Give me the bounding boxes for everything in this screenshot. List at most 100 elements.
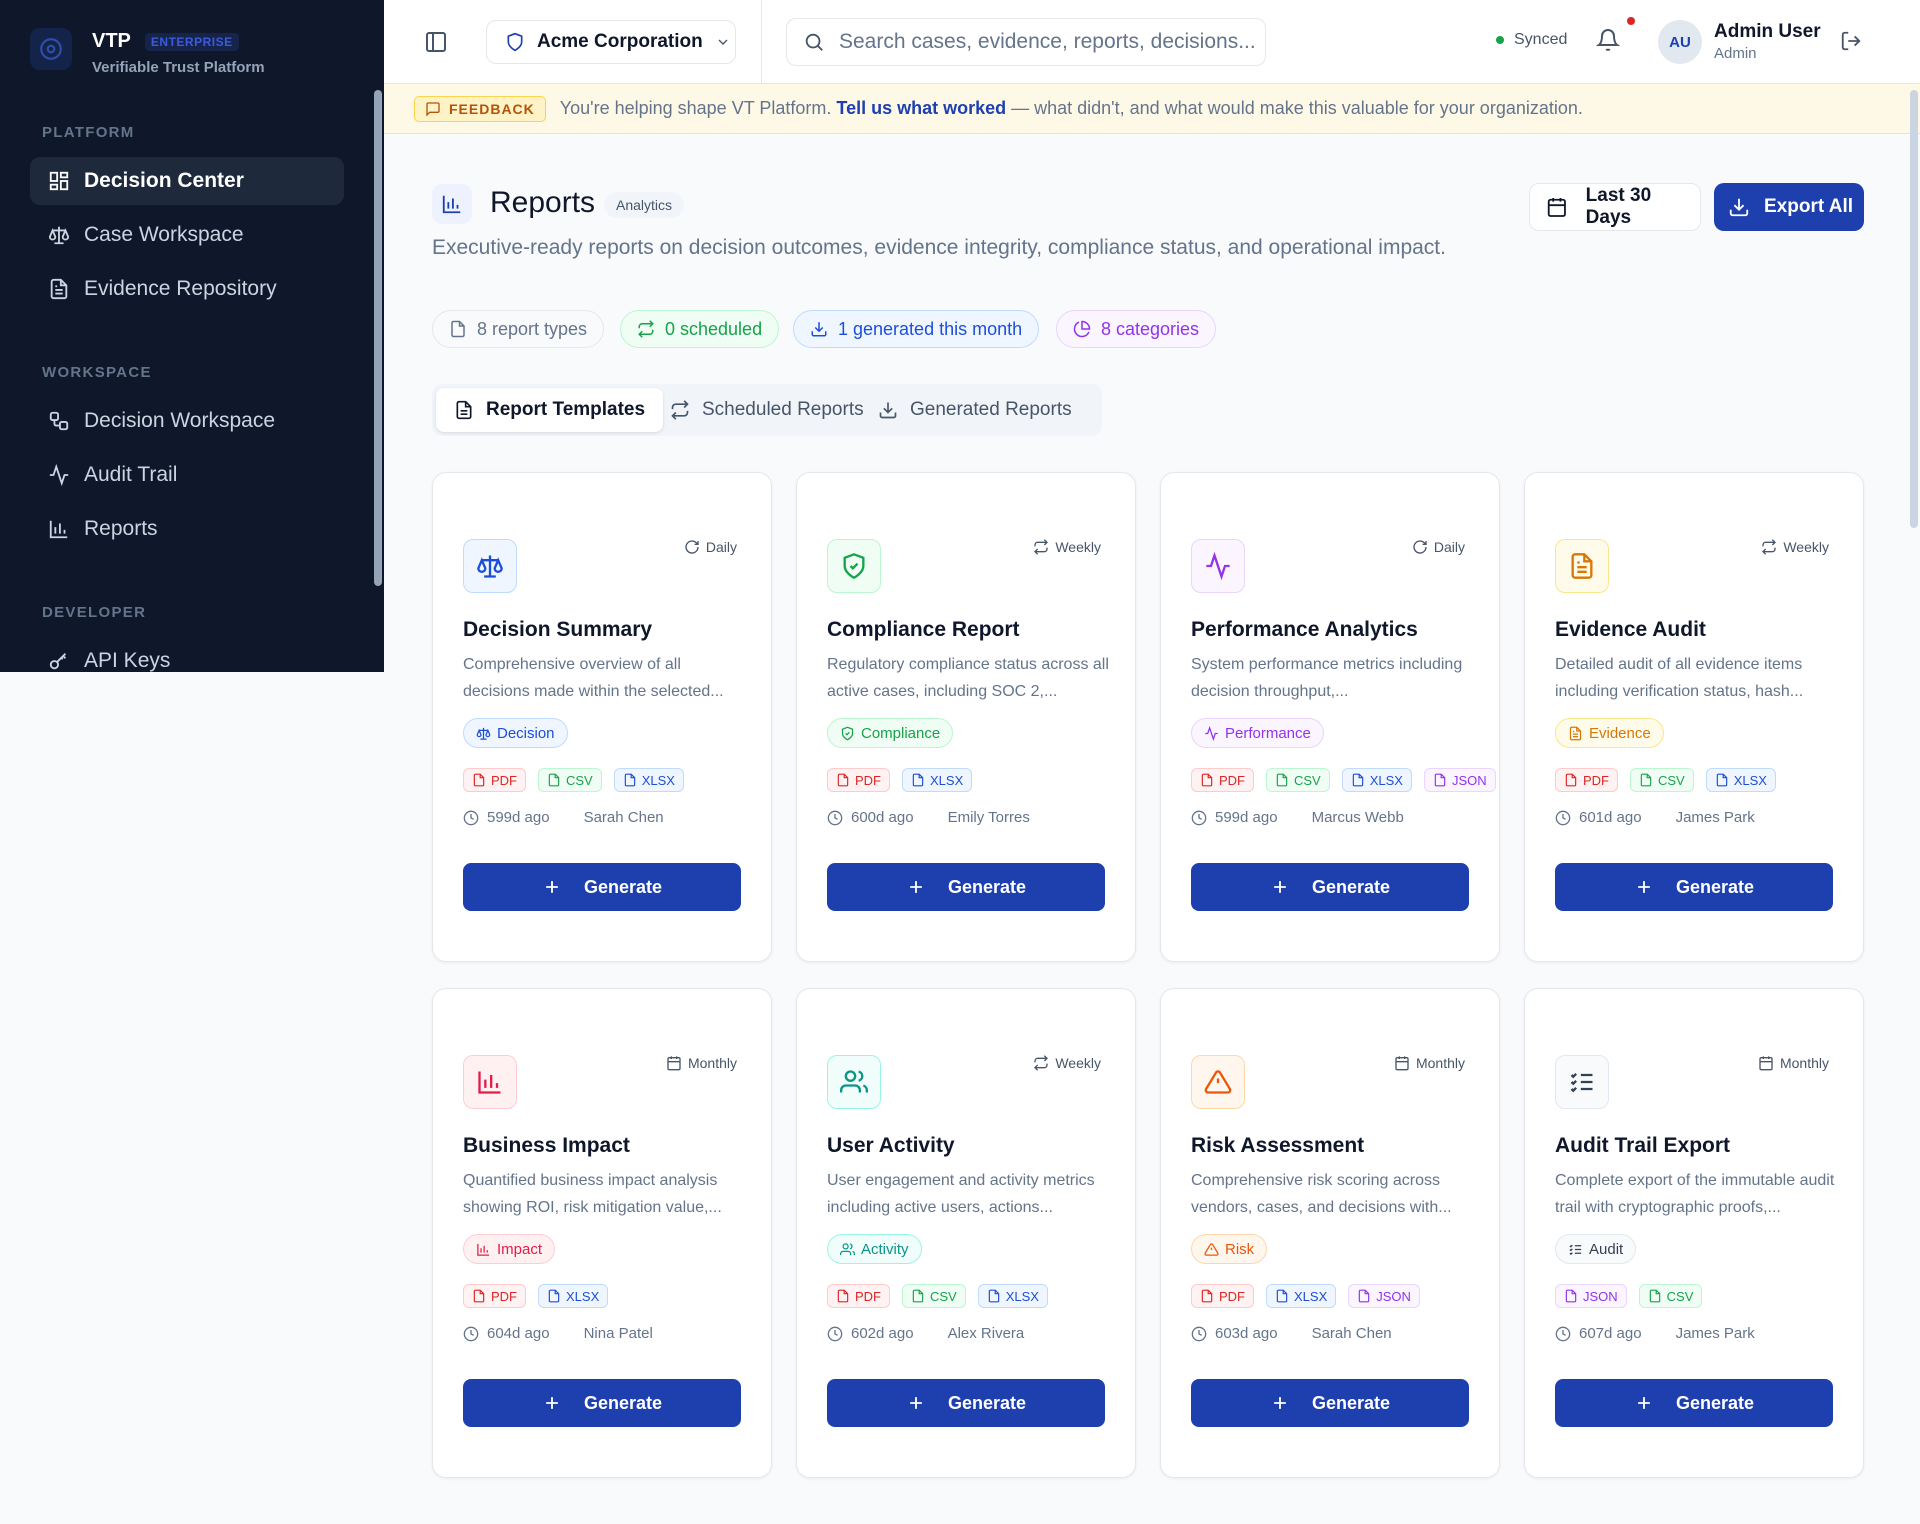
feedback-link[interactable]: Tell us what worked <box>836 98 1006 118</box>
format-badge-xlsx: XLSX <box>538 1284 609 1308</box>
frequency-badge: Weekly <box>1761 539 1829 555</box>
generate-button[interactable]: Generate <box>463 1379 741 1427</box>
shield-icon <box>507 32 523 52</box>
report-card-evidence-audit[interactable]: Weekly Evidence Audit Detailed audit of … <box>1524 472 1864 962</box>
file-icon <box>912 773 924 787</box>
format-label: XLSX <box>930 772 964 788</box>
avatar[interactable]: AU <box>1658 20 1702 64</box>
brand-subtitle: Verifiable Trust Platform <box>92 59 265 76</box>
file-icon <box>1434 773 1446 787</box>
bell-icon <box>1596 29 1620 51</box>
sidebar-item-audit-trail[interactable]: Audit Trail <box>30 451 344 499</box>
generate-label: Generate <box>583 876 663 897</box>
report-title: Decision Summary <box>463 618 653 641</box>
sidebar-item-decision-workspace[interactable]: Decision Workspace <box>30 397 344 445</box>
report-title: Compliance Report <box>827 618 1020 641</box>
generate-button[interactable]: Generate <box>827 1379 1105 1427</box>
last-generated: 599d ago <box>487 809 550 826</box>
org-selector[interactable]: Acme Corporation <box>486 20 736 64</box>
tab-report-templates[interactable]: Report Templates <box>436 388 664 432</box>
brand[interactable]: VTP ENTERPRISE Verifiable Trust Platform <box>30 28 265 76</box>
frequency-label: Weekly <box>1783 539 1829 555</box>
page-description: Executive-ready reports on decision outc… <box>432 236 1446 259</box>
category-label: Evidence <box>1589 724 1651 742</box>
category-label: Activity <box>861 1240 909 1258</box>
page-title: Reports <box>490 186 596 219</box>
file-icon <box>1649 1289 1660 1303</box>
file-text-icon <box>1571 553 1593 579</box>
format-badge-csv: CSV <box>1266 768 1330 792</box>
scale-icon <box>476 727 491 740</box>
report-icon <box>463 539 517 593</box>
last-generated: 602d ago <box>851 1325 914 1342</box>
page-scrollbar[interactable] <box>1910 90 1918 528</box>
category-badge: Compliance <box>827 718 954 748</box>
stat-label: 8 report types <box>477 318 588 339</box>
report-card-business-impact[interactable]: Monthly Business Impact Quantified busin… <box>432 988 772 1478</box>
last-generated: 607d ago <box>1579 1325 1642 1342</box>
sidebar-item-decision-center[interactable]: Decision Center <box>30 157 344 205</box>
user-role: Admin <box>1714 45 1757 62</box>
sidebar-scrollbar[interactable] <box>374 90 382 586</box>
logout-button[interactable] <box>1840 30 1862 52</box>
report-card-user-activity[interactable]: Weekly User Activity User engagement and… <box>796 988 1136 1478</box>
plus-icon <box>1638 881 1650 893</box>
file-icon <box>1276 1289 1288 1303</box>
alert-triangle-icon <box>1204 1242 1219 1256</box>
file-icon <box>837 773 849 787</box>
format-label: XLSX <box>1369 772 1403 788</box>
users-icon <box>840 1242 855 1255</box>
report-card-compliance-report[interactable]: Weekly Compliance Report Regulatory comp… <box>796 472 1136 962</box>
report-card-audit-trail-export[interactable]: Monthly Audit Trail Export Complete expo… <box>1524 988 1864 1478</box>
clock-icon <box>1191 1326 1207 1341</box>
report-card-risk-assessment[interactable]: Monthly Risk Assessment Comprehensive ri… <box>1160 988 1500 1478</box>
report-card-decision-summary[interactable]: Daily Decision Summary Comprehensive ove… <box>432 472 772 962</box>
alert-triangle-icon <box>1204 1070 1232 1094</box>
report-meta: 607d ago James Park <box>1555 1325 1755 1342</box>
tab-generated-reports[interactable]: Generated Reports <box>860 388 1090 432</box>
report-meta: 599d ago Marcus Webb <box>1191 809 1404 826</box>
generate-button[interactable]: Generate <box>1191 863 1469 911</box>
sidebar: VTP ENTERPRISE Verifiable Trust Platform … <box>0 0 384 672</box>
download-icon <box>879 402 897 419</box>
sidebar-toggle-button[interactable] <box>424 30 448 54</box>
repeat-icon <box>671 400 689 420</box>
generate-button[interactable]: Generate <box>827 863 1105 911</box>
sidebar-item-case-workspace[interactable]: Case Workspace <box>30 211 344 259</box>
tab-scheduled-reports[interactable]: Scheduled Reports <box>652 388 882 432</box>
generate-button[interactable]: Generate <box>463 863 741 911</box>
format-badge-xlsx: XLSX <box>613 768 684 792</box>
generate-button[interactable]: Generate <box>1555 863 1833 911</box>
sidebar-item-api-keys[interactable]: API Keys <box>30 637 344 672</box>
generate-label: Generate <box>1675 1392 1755 1413</box>
report-description: Comprehensive risk scoring across vendor… <box>1191 1172 1452 1216</box>
generate-button[interactable]: Generate <box>1555 1379 1833 1427</box>
notifications-button[interactable] <box>1596 28 1620 52</box>
sidebar-item-reports[interactable]: Reports <box>30 505 344 553</box>
frequency-badge: Weekly <box>1033 1055 1101 1071</box>
activity-icon <box>1205 725 1218 741</box>
format-badge-xlsx: XLSX <box>1705 768 1776 792</box>
format-label: JSON <box>1583 1288 1618 1304</box>
export-all-button[interactable]: Export All <box>1714 183 1864 231</box>
brand-badge: ENTERPRISE <box>144 32 239 51</box>
plus-icon <box>910 1397 922 1409</box>
format-badge-pdf: PDF <box>1191 1284 1254 1308</box>
scale-icon <box>477 555 503 578</box>
frequency-badge: Monthly <box>1394 1055 1465 1071</box>
search-input[interactable]: Search cases, evidence, reports, decisio… <box>786 18 1266 66</box>
format-list: JSON CSV <box>1555 1284 1703 1308</box>
brand-name: VTP <box>92 30 131 52</box>
report-card-performance-analytics[interactable]: Daily Performance Analytics System perfo… <box>1160 472 1500 962</box>
sidebar-item-evidence-repository[interactable]: Evidence Repository <box>30 265 344 313</box>
format-badge-csv: CSV <box>1638 1284 1703 1308</box>
date-range-button[interactable]: Last 30 Days <box>1529 183 1701 231</box>
generate-button[interactable]: Generate <box>1191 1379 1469 1427</box>
format-label: XLSX <box>566 1288 600 1304</box>
nav-section-developer: DEVELOPER <box>42 604 147 621</box>
sidebar-item-label: Decision Center <box>84 169 244 192</box>
report-meta: 599d ago Sarah Chen <box>463 809 664 826</box>
file-text-icon <box>456 400 472 420</box>
format-badge-xlsx: XLSX <box>1341 768 1412 792</box>
report-author: Sarah Chen <box>1311 1325 1392 1342</box>
